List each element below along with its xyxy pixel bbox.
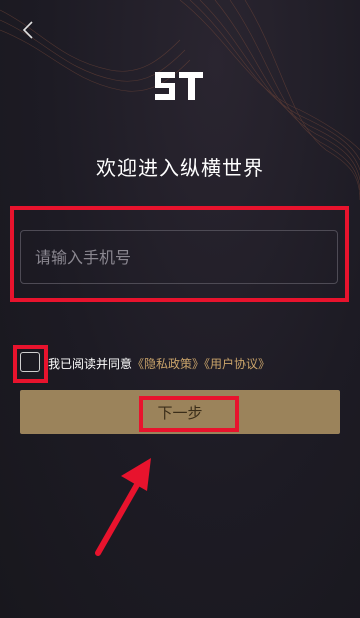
annotation-arrow-icon — [95, 458, 151, 556]
